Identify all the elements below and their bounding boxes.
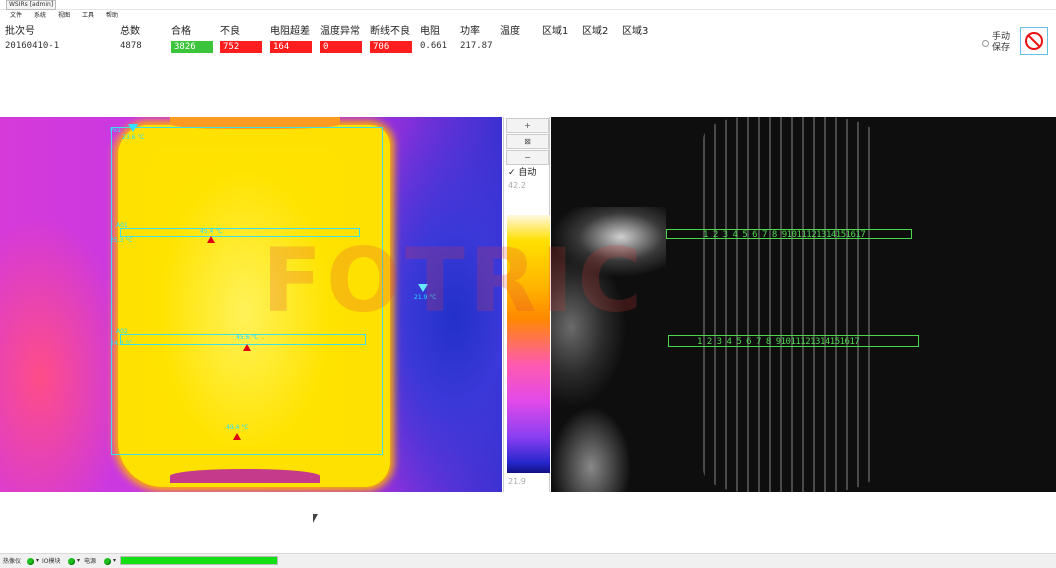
palette-max-temp: 42.2 xyxy=(508,181,526,190)
visible-roi-line-1[interactable]: 1 2 3 4 5 6 7 8 91011121314151617 xyxy=(666,229,912,240)
power-supply-label: 电源 xyxy=(84,558,97,565)
zone1-label: 区域1 xyxy=(542,26,569,37)
io-module-label: IO模块 xyxy=(42,558,61,565)
a01-temp: 25.3 °C xyxy=(110,237,133,244)
a02-temp: 24.3 °C xyxy=(110,340,133,347)
menu-help[interactable]: 帮助 xyxy=(106,11,118,20)
pass-value: 3826 xyxy=(171,41,213,53)
break-value: 706 xyxy=(370,41,412,53)
stop-button[interactable] xyxy=(1020,27,1048,55)
break-label: 断线不良 xyxy=(370,26,410,37)
zone3-label: 区域3 xyxy=(622,26,649,37)
auto-checkbox[interactable]: ✓ 自动 xyxy=(508,168,536,179)
progress-bar xyxy=(120,556,278,565)
fail-value: 752 xyxy=(220,41,262,53)
hot2-temp: 45.6 °C xyxy=(236,334,259,341)
batch-label: 批次号 xyxy=(5,26,35,37)
fail-label: 不良 xyxy=(220,26,240,37)
power-supply-status-icon xyxy=(104,558,111,565)
menu-file[interactable]: 文件 xyxy=(10,11,22,20)
menu-system[interactable]: 系统 xyxy=(34,11,46,20)
progress-fill xyxy=(121,557,277,564)
point-marker-icon xyxy=(128,124,138,132)
title-bar: WSIRs [admin] xyxy=(0,0,1056,10)
menu-bar: 文件 系统 视图 工具 帮助 xyxy=(0,10,1056,22)
p01-temp: 23.6 °C xyxy=(122,134,145,141)
hot3-temp: 49.4 °C xyxy=(226,424,249,431)
p01-label: Po1 xyxy=(110,127,121,134)
manual-save-label: 手动保存 xyxy=(992,32,1011,53)
temp-abnormal-value: 0 xyxy=(320,41,362,53)
manual-save-option[interactable]: 手动保存 xyxy=(982,32,1014,56)
hot2-marker-icon xyxy=(243,344,251,351)
auto-label: 自动 xyxy=(518,168,537,178)
total-label: 总数 xyxy=(120,26,140,37)
watermark-logo: FOTRIC xyxy=(262,229,647,332)
thermal-camera-label: 热像仪 xyxy=(3,558,22,565)
hot1-temp: 45.4 °C xyxy=(200,228,223,235)
window-title: WSIRs [admin] xyxy=(6,0,57,10)
temp-abnormal-label: 温度异常 xyxy=(320,26,360,37)
palette-down-button[interactable]: − xyxy=(506,150,549,165)
resistance-label: 电阻 xyxy=(420,26,440,37)
prohibited-icon xyxy=(1025,32,1043,50)
thermal-camera-status-icon xyxy=(27,558,34,565)
palette-up-button[interactable]: + xyxy=(506,118,549,133)
res-over-value: 164 xyxy=(270,41,312,53)
caret-down-icon[interactable]: ▾ xyxy=(113,557,116,564)
hot1-marker-icon xyxy=(207,236,215,243)
palette-min-temp: 21.9 xyxy=(508,477,526,486)
temperature-label: 温度 xyxy=(500,26,520,37)
zone2-label: 区域2 xyxy=(582,26,609,37)
io-module-status-icon xyxy=(68,558,75,565)
resistance-value: 0.661 xyxy=(420,41,448,51)
visible-roi-line-2[interactable]: 1 2 3 4 5 6 7 8 91011121314151617 xyxy=(668,335,919,347)
palette-reset-button[interactable]: ⊠ xyxy=(506,134,549,149)
a01-label: A01 xyxy=(116,222,128,229)
app-window: WSIRs [admin] 文件 系统 视图 工具 帮助 批次号 总数 合格 不… xyxy=(0,0,1056,568)
hot3-marker-icon xyxy=(233,433,241,440)
heating-wire-pattern xyxy=(703,117,878,492)
power-label: 功率 xyxy=(460,26,480,37)
mouse-cursor-icon xyxy=(313,514,318,523)
menu-view[interactable]: 视图 xyxy=(58,11,70,20)
batch-value: 20160410-1 xyxy=(5,41,60,51)
pass-label: 合格 xyxy=(171,26,191,37)
manual-save-radio[interactable] xyxy=(982,40,989,47)
res-over-label: 电阻超差 xyxy=(270,26,310,37)
caret-down-icon[interactable]: ▾ xyxy=(77,557,80,564)
total-value: 4878 xyxy=(120,41,142,51)
hot-bottom-edge xyxy=(170,469,320,483)
caret-down-icon[interactable]: ▾ xyxy=(36,557,39,564)
menu-tools[interactable]: 工具 xyxy=(82,11,94,20)
a02-label: A02 xyxy=(116,328,128,335)
power-value: 217.87 xyxy=(460,41,493,51)
